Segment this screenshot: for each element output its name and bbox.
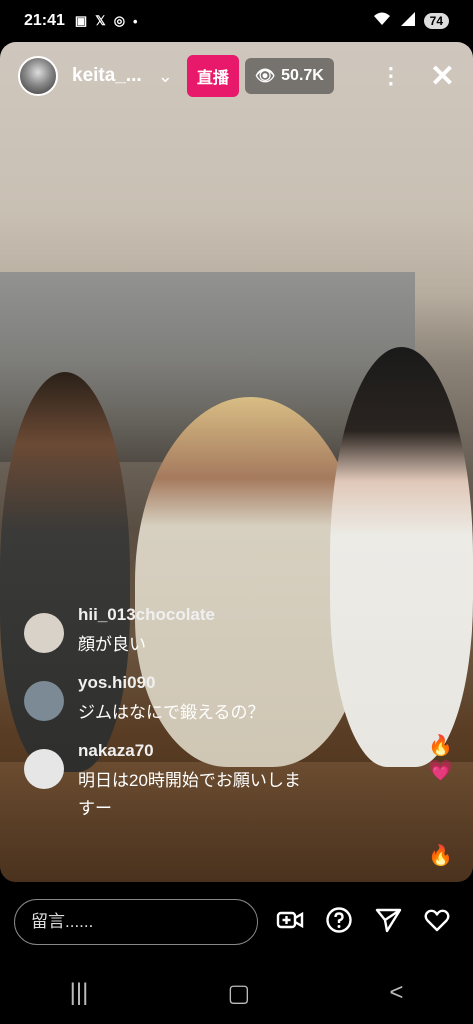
comment-text: 顔が良い (78, 635, 146, 654)
heart-icon[interactable] (423, 906, 451, 939)
comment-list: hii_013chocolate 顔が良い yos.hi090 ジムはなにで鍛え… (24, 605, 404, 837)
battery-indicator: 74 (423, 13, 449, 29)
viewer-count: 50.7K (281, 67, 324, 84)
eye-icon: 👁 (254, 68, 276, 85)
close-icon[interactable]: ✕ (430, 59, 455, 94)
comment-item: nakaza70 明日は20時開始でお願いしま すー (24, 741, 404, 823)
host-avatar[interactable] (18, 56, 58, 96)
more-options-icon[interactable]: ⋮ (380, 63, 402, 89)
wifi-icon (372, 11, 392, 32)
system-nav-bar: ||| ▢ < (0, 962, 473, 1024)
comment-username[interactable]: nakaza70 (78, 741, 301, 761)
chevron-down-icon[interactable]: ⌄ (158, 66, 173, 87)
heart-reaction-icon: 💗 (428, 760, 453, 782)
floating-reactions: 🔥 💗 🔥 (428, 733, 453, 868)
comment-username[interactable]: hii_013chocolate (78, 605, 215, 625)
fire-reaction-icon: 🔥 (428, 735, 453, 757)
fire-reaction-icon: 🔥 (428, 845, 453, 867)
status-bar: 21:41 ▣ 𝕏 ◎ • 74 (0, 0, 473, 42)
commenter-avatar[interactable] (24, 749, 64, 789)
live-badge: 直播 (186, 55, 239, 97)
back-icon[interactable]: < (389, 979, 403, 1007)
add-video-icon[interactable] (276, 906, 304, 939)
comment-bar (0, 882, 473, 962)
signal-icon (400, 11, 416, 32)
commenter-avatar[interactable] (24, 681, 64, 721)
instagram-icon: ◎ (113, 13, 126, 28)
viewer-count-badge[interactable]: 👁 50.7K (244, 58, 334, 94)
recent-apps-icon[interactable]: ||| (70, 979, 89, 1007)
question-icon[interactable] (325, 906, 353, 939)
comment-item: hii_013chocolate 顔が良い (24, 605, 404, 659)
comment-item: yos.hi090 ジムはなにで鍛えるの？ (24, 673, 404, 727)
comment-input[interactable] (14, 899, 258, 945)
host-username[interactable]: keita_... (72, 65, 142, 87)
screenshot-icon: ▣ (74, 13, 88, 28)
dot-icon: • (133, 13, 138, 29)
comment-text: ジムはなにで鍛えるの？ (78, 703, 265, 722)
x-icon: 𝕏 (95, 13, 106, 28)
home-icon[interactable]: ▢ (227, 979, 250, 1008)
comment-username[interactable]: yos.hi090 (78, 673, 265, 693)
comment-text: 明日は20時開始でお願いしま すー (78, 771, 301, 818)
commenter-avatar[interactable] (24, 613, 64, 653)
live-header: keita_... ⌄ 直播 👁 50.7K ⋮ ✕ (18, 55, 455, 97)
send-icon[interactable] (374, 906, 402, 939)
status-time: 21:41 (24, 12, 65, 29)
